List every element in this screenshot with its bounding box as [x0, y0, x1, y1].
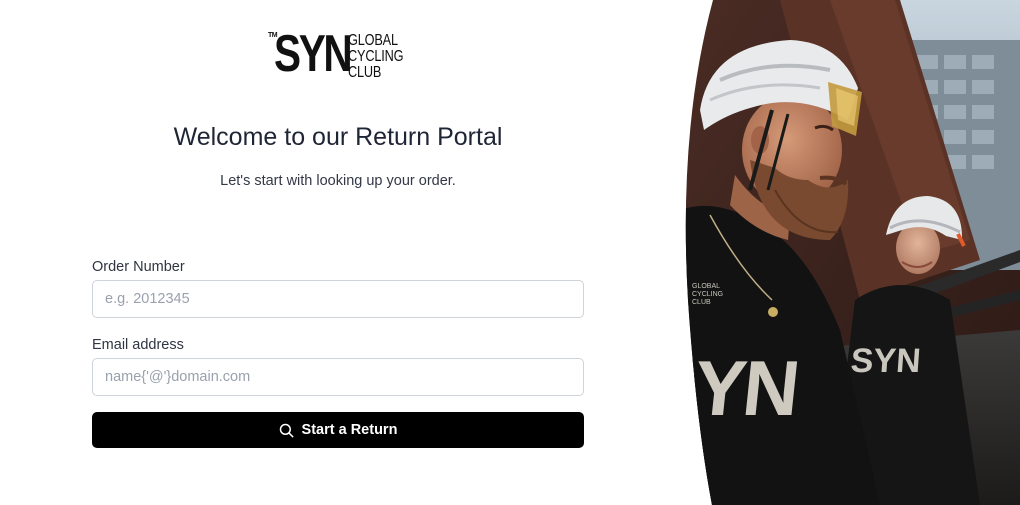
- brand-tagline-line: CLUB: [348, 64, 382, 81]
- svg-text:CLUB: CLUB: [692, 299, 711, 306]
- brand-logo: TM SYN GLOBAL CYCLING CLUB: [268, 28, 418, 84]
- start-return-label: Start a Return: [301, 422, 398, 438]
- email-input[interactable]: [92, 358, 584, 396]
- brand-tagline: GLOBAL CYCLING CLUB: [348, 32, 404, 81]
- start-return-button[interactable]: Start a Return: [92, 412, 584, 448]
- order-number-label: Order Number: [92, 259, 185, 275]
- svg-text:SYN: SYN: [680, 344, 801, 432]
- brand-tagline-line: GLOBAL: [348, 32, 398, 49]
- brand-wordmark: SYN: [274, 25, 353, 83]
- brand-tagline-line: CYCLING: [348, 48, 404, 65]
- page-subtitle: Let's start with looking up your order.: [220, 173, 456, 189]
- order-number-input[interactable]: [92, 280, 584, 318]
- return-portal-panel: TM SYN GLOBAL CYCLING CLUB Welcome to ou…: [0, 0, 680, 505]
- search-icon: [279, 423, 294, 438]
- svg-text:GLOBAL: GLOBAL: [692, 283, 720, 290]
- cyclists-photo: SYN GLOBAL CYCLING CLUB SYN: [680, 0, 1020, 505]
- svg-text:SYN: SYN: [849, 342, 922, 380]
- page-title: Welcome to our Return Portal: [173, 123, 503, 151]
- svg-text:CYCLING: CYCLING: [692, 291, 723, 298]
- email-label: Email address: [92, 337, 184, 353]
